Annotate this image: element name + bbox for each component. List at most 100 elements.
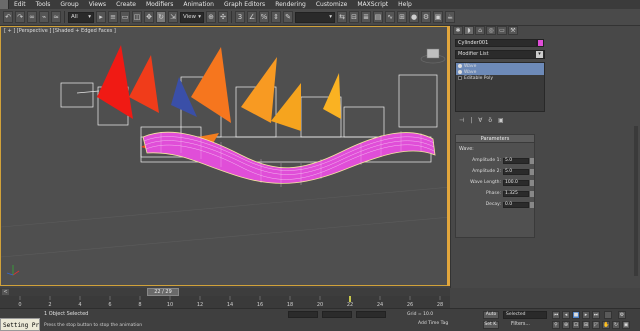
named-selection-icon[interactable]: ✎ xyxy=(283,11,293,23)
set-key-button[interactable]: Set K. xyxy=(483,321,499,329)
object-name-field[interactable]: Cylinder001 xyxy=(455,39,537,47)
menu-group[interactable]: Group xyxy=(55,0,83,9)
menu-edit[interactable]: Edit xyxy=(9,0,31,9)
param-value[interactable]: 5.0 xyxy=(503,157,529,164)
motion-tab-icon[interactable]: ◎ xyxy=(486,26,496,35)
reference-coordinate-dropdown[interactable]: View ▾ xyxy=(180,11,204,23)
pivot-center-icon[interactable]: ⊕ xyxy=(206,11,216,23)
show-end-result-icon[interactable]: | xyxy=(470,117,472,124)
material-editor-icon[interactable]: ● xyxy=(409,11,419,23)
zoom-all-icon[interactable]: ⊕ xyxy=(562,321,570,329)
render-setup-icon[interactable]: ⚙ xyxy=(421,11,431,23)
previous-frame-button-icon[interactable]: ◂ xyxy=(562,311,570,319)
stack-item-editable-poly[interactable]: Editable Poly xyxy=(456,75,544,81)
field-of-view-icon[interactable]: ◸ xyxy=(592,321,600,329)
spinner-snap-icon[interactable]: ⇕ xyxy=(271,11,281,23)
light-bulb-icon[interactable] xyxy=(458,64,462,68)
y-coordinate-field[interactable] xyxy=(322,311,352,318)
time-slider-thumb[interactable]: 22 / 29 xyxy=(147,288,179,296)
select-object-icon[interactable]: ▸ xyxy=(96,11,106,23)
schematic-view-icon[interactable]: ⊞ xyxy=(397,11,407,23)
modify-tab-icon[interactable]: ◗ xyxy=(464,26,474,35)
play-stop-icon[interactable]: ■ xyxy=(572,311,580,319)
zoom-extents-all-icon[interactable]: ⊞ xyxy=(582,321,590,329)
menu-tools[interactable]: Tools xyxy=(31,0,56,9)
graphite-tools-icon[interactable]: ▤ xyxy=(373,11,383,23)
x-coordinate-field[interactable] xyxy=(288,311,318,318)
menu-maxscript[interactable]: MAXScript xyxy=(352,0,393,9)
key-filters-button[interactable]: Filters... xyxy=(511,322,530,327)
select-by-name-icon[interactable]: ≡ xyxy=(108,11,118,23)
named-selection-set-dropdown[interactable]: ▾ xyxy=(295,11,335,23)
light-bulb-icon[interactable] xyxy=(458,70,462,74)
command-panel-scrollbar[interactable] xyxy=(634,126,638,276)
menu-customize[interactable]: Customize xyxy=(311,0,353,9)
spinner-arrows-icon[interactable] xyxy=(530,168,534,175)
app-menu-icon[interactable] xyxy=(0,0,9,9)
zoom-extents-icon[interactable]: ⊡ xyxy=(572,321,580,329)
menu-views[interactable]: Views xyxy=(84,0,111,9)
link-icon[interactable]: ∞ xyxy=(27,11,37,23)
add-time-tag[interactable]: Add Time Tag xyxy=(418,321,448,326)
previous-frame-icon[interactable]: < xyxy=(2,289,9,295)
time-slider[interactable]: < 22 / 29 xyxy=(0,288,450,296)
spinner-arrows-icon[interactable] xyxy=(530,190,534,197)
align-icon[interactable]: ⊟ xyxy=(349,11,359,23)
auto-key-button[interactable]: Auto xyxy=(483,311,499,319)
utilities-tab-icon[interactable]: ⚒ xyxy=(508,26,518,35)
goto-end-icon[interactable]: ⏭ xyxy=(592,311,600,319)
hierarchy-tab-icon[interactable]: ⌂ xyxy=(475,26,485,35)
select-rotate-icon[interactable]: ↻ xyxy=(156,11,166,23)
param-value[interactable]: 0.0 xyxy=(503,201,529,208)
pan-icon[interactable]: ✋ xyxy=(602,321,610,329)
percent-snap-icon[interactable]: % xyxy=(259,11,269,23)
menu-rendering[interactable]: Rendering xyxy=(270,0,311,9)
select-manipulate-icon[interactable]: ✣ xyxy=(218,11,228,23)
make-unique-icon[interactable]: ∀ xyxy=(478,117,482,124)
menu-graph-editors[interactable]: Graph Editors xyxy=(219,0,270,9)
create-tab-icon[interactable]: ✱ xyxy=(453,26,463,35)
pin-stack-icon[interactable]: ⊣ xyxy=(459,117,464,124)
orbit-icon[interactable]: ↻ xyxy=(612,321,620,329)
param-value[interactable]: 1.325 xyxy=(503,190,529,197)
expand-box-icon[interactable] xyxy=(458,76,462,80)
zoom-icon[interactable]: ⚲ xyxy=(552,321,560,329)
menu-modifiers[interactable]: Modifiers xyxy=(141,0,178,9)
perspective-viewport[interactable]: [ + ] [Perspective ] [Shaded + Edged Fac… xyxy=(0,26,450,286)
remove-modifier-icon[interactable]: ö xyxy=(488,117,492,124)
spinner-arrows-icon[interactable] xyxy=(530,179,534,186)
z-coordinate-field[interactable] xyxy=(356,311,386,318)
snap-toggle-icon[interactable]: 3 xyxy=(235,11,245,23)
param-value[interactable]: 5.0 xyxy=(503,168,529,175)
spinner-arrows-icon[interactable] xyxy=(530,157,534,164)
configure-modifier-sets-icon[interactable]: ▣ xyxy=(498,117,504,124)
track-bar[interactable]: 0 2 4 6 8 10 12 14 16 18 20 22 24 26 28 xyxy=(0,296,450,308)
rendered-frame-icon[interactable]: ▣ xyxy=(433,11,443,23)
rollout-title[interactable]: Parameters xyxy=(456,135,534,143)
maxscript-listener-mini[interactable]: Setting Pr xyxy=(0,318,40,331)
viewport-label[interactable]: [ + ] [Perspective ] [Shaded + Edged Fac… xyxy=(4,28,116,34)
display-tab-icon[interactable]: ▭ xyxy=(497,26,507,35)
angle-snap-icon[interactable]: ∠ xyxy=(247,11,257,23)
select-move-icon[interactable]: ✥ xyxy=(144,11,154,23)
menu-help[interactable]: Help xyxy=(393,0,417,9)
param-value[interactable]: 100.0 xyxy=(503,179,529,186)
spinner-arrows-icon[interactable] xyxy=(530,201,534,208)
rectangular-selection-icon[interactable]: ▭ xyxy=(120,11,130,23)
unlink-icon[interactable]: ⌁ xyxy=(39,11,49,23)
layer-manager-icon[interactable]: ≣ xyxy=(361,11,371,23)
goto-start-icon[interactable]: ⏮ xyxy=(552,311,560,319)
curve-editor-icon[interactable]: ∿ xyxy=(385,11,395,23)
next-frame-icon[interactable]: ▸ xyxy=(582,311,590,319)
window-crossing-icon[interactable]: ◫ xyxy=(132,11,142,23)
key-mode-dropdown[interactable]: Selected xyxy=(503,311,547,319)
mirror-icon[interactable]: ⇆ xyxy=(337,11,347,23)
object-color-swatch[interactable] xyxy=(537,39,544,47)
select-scale-icon[interactable]: ⇲ xyxy=(168,11,178,23)
time-config-icon[interactable]: ⚙ xyxy=(618,311,626,319)
current-frame-field[interactable] xyxy=(604,311,612,319)
redo-icon[interactable]: ↷ xyxy=(15,11,25,23)
menu-animation[interactable]: Animation xyxy=(178,0,219,9)
render-production-icon[interactable]: ☕ xyxy=(445,11,455,23)
maximize-viewport-icon[interactable]: ▣ xyxy=(622,321,630,329)
